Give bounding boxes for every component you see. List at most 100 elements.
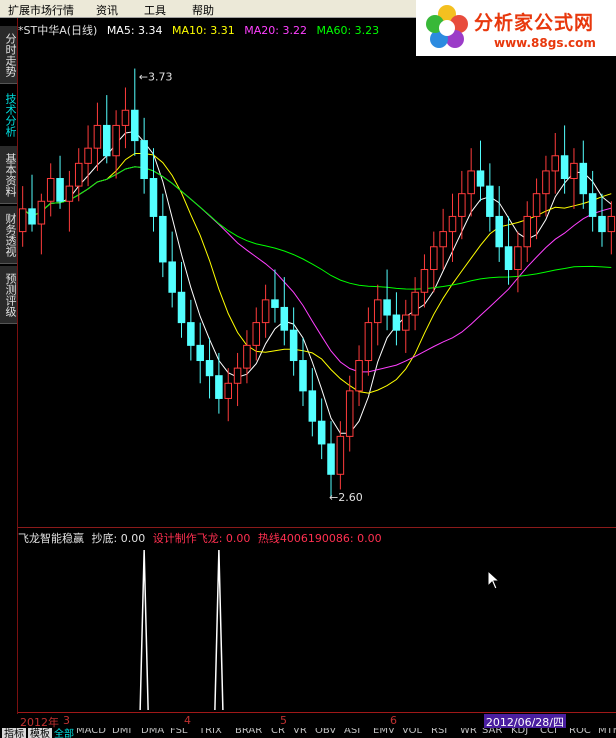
- candle-body: [467, 170, 475, 195]
- date-label-apr: 4: [184, 714, 191, 727]
- indicator-author-value: 设计制作飞龙: 0.00: [152, 532, 251, 545]
- tab-basic-info[interactable]: 基本资料: [0, 146, 17, 204]
- indicator-buy-value: 抄底: 0.00: [91, 532, 146, 545]
- candle-body: [401, 314, 410, 331]
- stock-name: *ST中华A(日线): [18, 24, 98, 37]
- candle-body: [355, 360, 363, 392]
- buy-signal-spike: [139, 549, 149, 711]
- buy-signal-spike: [214, 549, 224, 711]
- candle-body: [514, 246, 522, 271]
- indicator-tab-11[interactable]: OBV: [315, 728, 336, 736]
- candle-body: [383, 299, 391, 316]
- menu-item-help[interactable]: 帮助: [192, 2, 214, 18]
- candle-body: [37, 200, 46, 225]
- indicator-tab-4[interactable]: DMI: [112, 728, 131, 736]
- indicator-tab-bar: 指标 模板 全部 MACD DMI DMA FSL TRIX BRAR CR VR OBV ASI EMV…: [0, 728, 616, 738]
- candle-body: [560, 155, 569, 180]
- menu-item-tools[interactable]: 工具: [144, 2, 166, 18]
- menu-item-extended-market[interactable]: 扩展市场行情: [8, 2, 74, 18]
- indicator-tab-14[interactable]: VOL: [402, 728, 422, 736]
- indicator-tab-0[interactable]: 指标: [2, 728, 26, 738]
- candle-body: [504, 246, 513, 271]
- candle-body: [458, 193, 466, 217]
- candle-body: [168, 261, 176, 293]
- candle-body: [495, 215, 503, 248]
- date-label-may: 5: [280, 714, 287, 727]
- candle-body: [149, 178, 158, 217]
- candle-body: [177, 291, 186, 324]
- candle-body: [159, 215, 167, 263]
- indicator-tab-7[interactable]: TRIX: [199, 728, 222, 736]
- candle-body: [140, 140, 148, 180]
- indicator-chart-canvas: [139, 549, 224, 711]
- candle-body: [196, 344, 204, 362]
- candle-body: [486, 185, 494, 217]
- indicator-tab-9[interactable]: CR: [271, 728, 285, 736]
- high-price-label: ←3.73: [139, 71, 173, 84]
- ma10-value: MA10: 3.31: [172, 24, 235, 37]
- indicator-tab-20[interactable]: ROC: [569, 728, 591, 736]
- candle-body: [243, 344, 251, 369]
- candle-body: [74, 162, 83, 187]
- candle-body: [598, 215, 606, 233]
- indicator-chart[interactable]: 飞龙智能稳赢 抄底: 0.00 设计制作飞龙: 0.00 热线400619008…: [18, 527, 616, 712]
- candle-body: [271, 299, 279, 308]
- candle-body: [448, 215, 457, 233]
- candle-body: [131, 109, 139, 142]
- candle-body: [46, 178, 55, 202]
- candle-body: [84, 147, 92, 164]
- indicator-tab-17[interactable]: SAR: [482, 728, 502, 736]
- tab-financials[interactable]: 财务透视: [0, 206, 17, 264]
- candle-body: [299, 360, 307, 392]
- date-label-mar: 3: [63, 714, 70, 727]
- menu-item-news[interactable]: 资讯: [96, 2, 118, 18]
- candle-body: [345, 390, 354, 437]
- candle-body: [289, 329, 298, 362]
- candle-body: [579, 162, 588, 195]
- candle-body: [205, 360, 214, 377]
- ma20-line: [22, 166, 612, 373]
- indicator-tab-21[interactable]: MTM: [598, 728, 616, 736]
- indicator-tab-12[interactable]: ASI: [344, 728, 360, 736]
- candle-body: [112, 124, 120, 157]
- candle-body: [102, 124, 111, 157]
- indicator-tab-13[interactable]: EMV: [373, 728, 395, 736]
- indicator-legend: 飞龙智能稳赢 抄底: 0.00 设计制作飞龙: 0.00 热线400619008…: [18, 530, 386, 546]
- indicator-tab-5[interactable]: DMA: [141, 728, 164, 736]
- indicator-tab-16[interactable]: WR: [460, 728, 477, 736]
- chart-legend: *ST中华A(日线) MA5: 3.34 MA10: 3.31 MA20: 3.…: [18, 22, 385, 38]
- candle-body: [261, 299, 270, 324]
- indicator-tab-2[interactable]: 全部: [54, 728, 74, 738]
- candle-body: [570, 162, 578, 180]
- candle-body: [327, 443, 335, 475]
- indicator-tab-6[interactable]: FSL: [170, 728, 188, 736]
- candle-body: [308, 390, 317, 422]
- tab-intraday[interactable]: 分时走势: [0, 26, 17, 84]
- ma60-line: [22, 166, 612, 290]
- candle-body: [224, 382, 233, 399]
- candle-body: [523, 215, 532, 248]
- indicator-tab-8[interactable]: BRAR: [235, 728, 262, 736]
- candle-body: [56, 178, 64, 202]
- date-axis: 2012年 3 4 5 6 2012/06/28/四: [18, 712, 616, 730]
- indicator-tab-18[interactable]: KDJ: [511, 728, 528, 736]
- ma10-line: [22, 153, 612, 394]
- candle-body: [121, 109, 130, 126]
- price-chart[interactable]: ←3.73 ←2.60 *ST中华A(日线) MA5: 3.34 MA10: 3.…: [18, 18, 616, 526]
- indicator-tab-1[interactable]: 模板: [28, 728, 52, 738]
- candle-body: [439, 231, 447, 248]
- candle-body: [215, 375, 223, 399]
- candle-body: [28, 208, 36, 225]
- indicator-tab-3[interactable]: MACD: [76, 728, 106, 736]
- candle-body: [551, 155, 560, 172]
- candle-body: [542, 170, 550, 195]
- tab-technical-analysis[interactable]: 技术分析: [0, 86, 17, 144]
- candle-body: [430, 246, 438, 271]
- candle-body: [280, 306, 289, 331]
- indicator-tab-15[interactable]: RSI: [431, 728, 447, 736]
- indicator-tab-10[interactable]: VR: [293, 728, 307, 736]
- indicator-tab-19[interactable]: CCI: [540, 728, 557, 736]
- candle-body: [317, 420, 326, 445]
- tab-forecast-rating[interactable]: 预测评级: [0, 266, 17, 324]
- candle-body: [588, 193, 597, 217]
